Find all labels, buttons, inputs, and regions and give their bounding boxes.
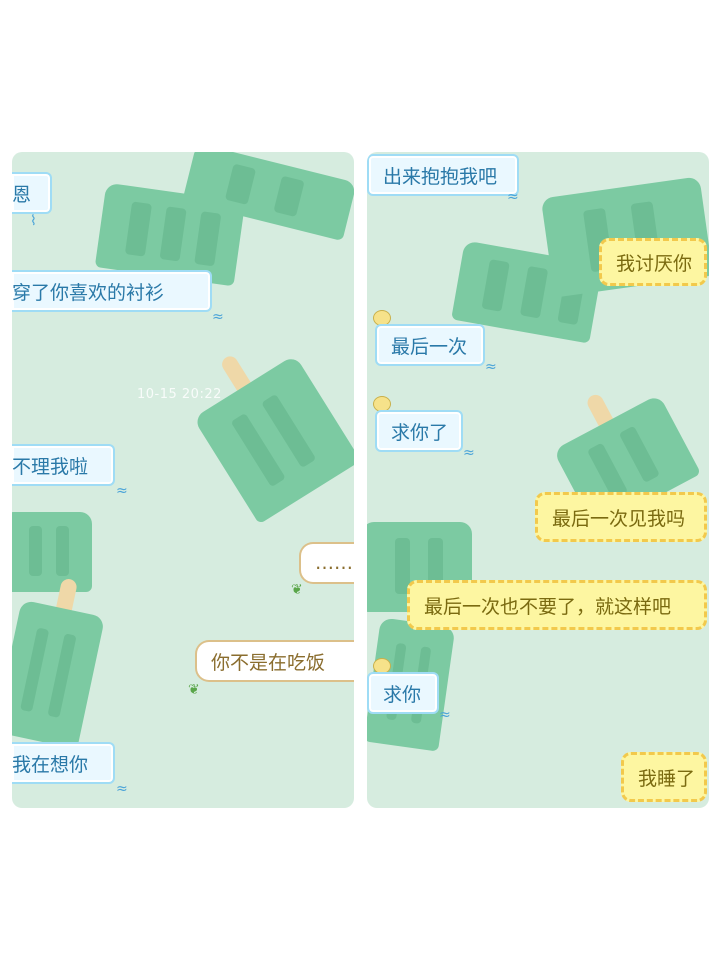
message-sent[interactable]: 我讨厌你 (599, 238, 707, 286)
message-text: 求你了 (391, 421, 449, 444)
message-text: 不理我啦 (12, 455, 89, 478)
chat-panel-right: 出来抱抱我吧 ≈ 我讨厌你 最后一次 ≈ 求你了 ≈ 最后一次见我吗 最后一次也… (367, 152, 709, 808)
popsicle-decoration (192, 353, 354, 525)
wave-icon: ≈ (507, 189, 519, 205)
wave-icon: ≈ (212, 309, 224, 325)
message-sent[interactable]: 最后一次也不要了，就这样吧 (407, 580, 707, 630)
wave-icon: ≈ (116, 483, 128, 499)
message-received[interactable]: 求你 (367, 672, 439, 714)
wave-icon: ≈ (463, 445, 475, 461)
message-text: 我讨厌你 (616, 252, 693, 275)
wave-icon: ≈ (116, 781, 128, 797)
message-text: 出来抱抱我吧 (383, 165, 498, 188)
message-received[interactable]: 出来抱抱我吧 (367, 154, 519, 196)
leaf-icon: ❦ (291, 582, 303, 598)
message-sent[interactable]: …… (299, 542, 354, 584)
message-sent[interactable]: 你不是在吃饭 (195, 640, 354, 682)
message-text: 最后一次见我吗 (552, 507, 686, 530)
message-text: 最后一次也不要了，就这样吧 (424, 595, 672, 618)
leaf-icon: ❦ (188, 682, 200, 698)
message-text: 求你 (383, 683, 422, 706)
message-text: 穿了你喜欢的衬衫 (12, 281, 165, 304)
message-text: 你不是在吃饭 (211, 651, 326, 674)
popsicle-decoration (12, 512, 92, 592)
message-received[interactable]: 恩 (12, 172, 52, 214)
wave-icon: ≈ (485, 359, 497, 375)
message-text: 我睡了 (638, 767, 696, 790)
wave-icon: ≈ (439, 707, 451, 723)
message-text: …… (315, 552, 353, 574)
popsicle-decoration (12, 577, 106, 750)
message-text: 最后一次 (391, 335, 468, 358)
chat-panel-left: 10-15 20:22 恩 ⌇ 穿了你喜欢的衬衫 ≈ 不理我啦 ≈ …… ❦ 你… (12, 152, 354, 808)
message-text: 恩 (12, 183, 32, 206)
message-received[interactable]: 不理我啦 (12, 444, 115, 486)
timestamp: 10-15 20:22 (137, 387, 222, 402)
message-received[interactable]: 求你了 (375, 410, 463, 452)
message-sent[interactable]: 我睡了 (621, 752, 707, 802)
message-text: 我在想你 (12, 753, 89, 776)
message-sent[interactable]: 最后一次见我吗 (535, 492, 707, 542)
message-received[interactable]: 最后一次 (375, 324, 485, 366)
wave-icon: ⌇ (30, 213, 37, 229)
message-received[interactable]: 穿了你喜欢的衬衫 (12, 270, 212, 312)
message-received[interactable]: 我在想你 (12, 742, 115, 784)
